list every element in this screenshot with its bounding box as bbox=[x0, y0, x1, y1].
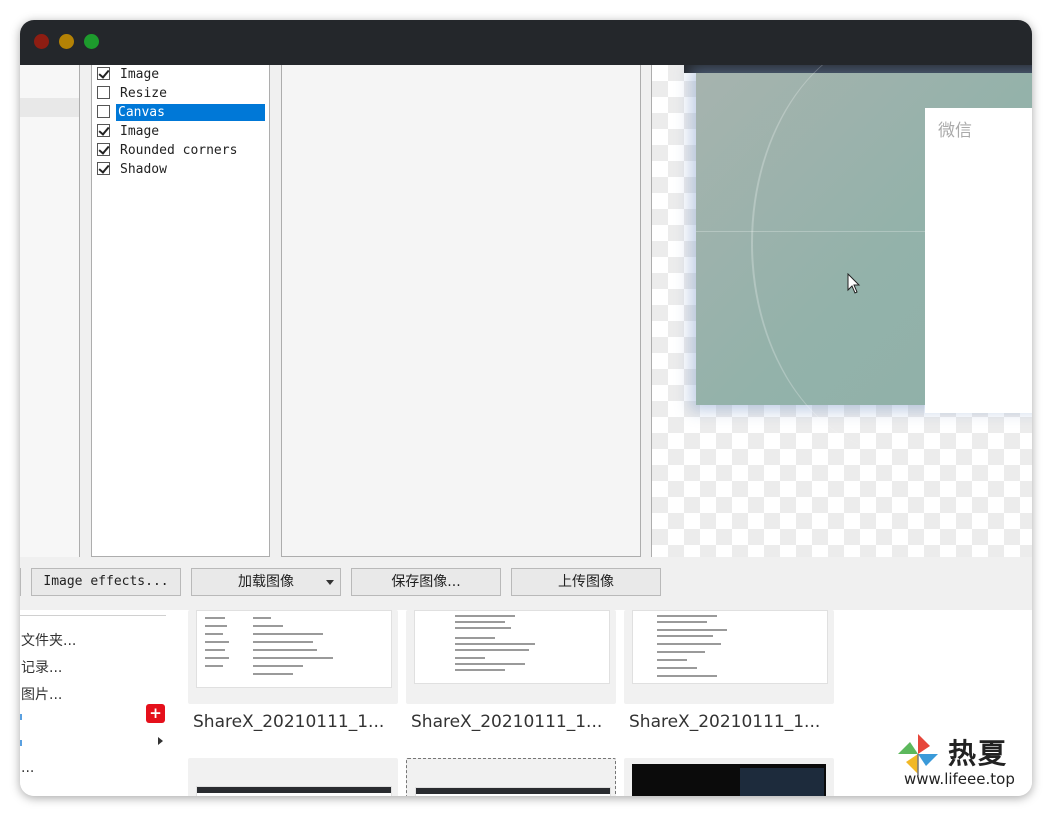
thumbnail-5-selected[interactable] bbox=[406, 758, 616, 796]
upload-image-button[interactable]: 上传图像 bbox=[511, 568, 661, 596]
effect-label: Canvas bbox=[116, 104, 265, 121]
load-image-button[interactable]: 加载图像 bbox=[191, 568, 341, 596]
watermark-title: 热夏 bbox=[948, 737, 1009, 770]
effect-item-image[interactable]: Image bbox=[96, 65, 269, 84]
chevron-right-icon[interactable] bbox=[158, 737, 163, 745]
thumbnail-image bbox=[196, 610, 392, 688]
watermark-url: www.lifeee.top bbox=[904, 770, 1015, 788]
thumbnail-6[interactable] bbox=[624, 758, 834, 796]
preview-image: 微信 bbox=[696, 65, 1032, 453]
plus-icon[interactable]: + bbox=[146, 704, 165, 723]
checkbox-unchecked[interactable] bbox=[97, 86, 110, 99]
effect-label: Shadow bbox=[120, 162, 167, 177]
thumbnail-1[interactable] bbox=[188, 610, 398, 704]
thumbnail-caption[interactable]: ShareX_20210111_1... bbox=[193, 712, 384, 732]
thumbnail-image bbox=[632, 764, 826, 796]
mouse-cursor-icon bbox=[847, 273, 861, 294]
bottom-toolbar: Image effects... 加载图像 保存图像... 上传图像 bbox=[20, 557, 1032, 610]
effect-label: Resize bbox=[120, 86, 167, 101]
effect-label: Image bbox=[120, 124, 160, 139]
effects-checklist[interactable]: Image Resize Canvas Image Rounded corner… bbox=[91, 65, 270, 557]
checkbox-checked[interactable] bbox=[97, 124, 110, 137]
close-button[interactable] bbox=[34, 34, 49, 49]
presets-list-selected-row[interactable] bbox=[20, 98, 79, 117]
watermark-logo: 热夏 www.lifeee.top bbox=[878, 710, 1028, 796]
checkbox-checked[interactable] bbox=[97, 67, 110, 80]
effect-item-rounded-corners[interactable]: Rounded corners bbox=[96, 141, 269, 160]
explorer-sidebar: 文件夹... 记录... 图片... + ... bbox=[20, 610, 180, 796]
thumbnail-3[interactable] bbox=[624, 610, 834, 704]
properties-panel[interactable] bbox=[281, 65, 641, 557]
zoom-button[interactable] bbox=[84, 34, 99, 49]
thumbnail-caption[interactable]: ShareX_20210111_1... bbox=[411, 712, 602, 732]
thumbnail-2[interactable] bbox=[406, 610, 616, 704]
sidebar-divider bbox=[20, 615, 166, 616]
thumbnail-image bbox=[632, 610, 828, 684]
image-effects-window: Image Resize Canvas Image Rounded corner… bbox=[20, 65, 1032, 610]
effect-label: Image bbox=[120, 67, 160, 82]
title-bar bbox=[20, 20, 1032, 65]
sidebar-item-more[interactable]: ... bbox=[21, 760, 34, 776]
sidebar-item-images[interactable]: 图片... bbox=[21, 684, 62, 704]
wechat-window: 微信 bbox=[925, 108, 1032, 413]
load-image-label: 加载图像 bbox=[238, 574, 294, 590]
sidebar-item-folder[interactable]: 文件夹... bbox=[21, 630, 76, 650]
checkbox-unchecked[interactable] bbox=[97, 105, 110, 118]
preview-panel: 微信 bbox=[651, 65, 1032, 558]
effect-item-canvas[interactable]: Canvas bbox=[96, 103, 269, 122]
wechat-title: 微信 bbox=[938, 121, 972, 141]
sidebar-marker bbox=[20, 740, 22, 746]
thumbnail-image bbox=[415, 787, 611, 796]
chevron-down-icon[interactable] bbox=[326, 580, 334, 585]
save-image-button[interactable]: 保存图像... bbox=[351, 568, 501, 596]
thumbnail-4[interactable] bbox=[188, 758, 398, 796]
effect-item-shadow[interactable]: Shadow bbox=[96, 160, 269, 179]
minimize-button[interactable] bbox=[59, 34, 74, 49]
presets-list[interactable] bbox=[20, 65, 80, 558]
thumbnail-image bbox=[414, 610, 610, 684]
checkbox-checked[interactable] bbox=[97, 162, 110, 175]
sidebar-item-history[interactable]: 记录... bbox=[21, 657, 62, 677]
image-effects-button[interactable]: Image effects... bbox=[31, 568, 181, 596]
effect-label: Rounded corners bbox=[120, 143, 238, 158]
toolbar-edge bbox=[20, 568, 21, 596]
thumbnail-image bbox=[196, 786, 392, 796]
window-frame: Image Resize Canvas Image Rounded corner… bbox=[20, 20, 1032, 796]
sidebar-marker bbox=[20, 714, 22, 720]
checkbox-checked[interactable] bbox=[97, 143, 110, 156]
effect-item-resize[interactable]: Resize bbox=[96, 84, 269, 103]
effect-item-image-2[interactable]: Image bbox=[96, 122, 269, 141]
thumbnail-caption[interactable]: ShareX_20210111_1... bbox=[629, 712, 820, 732]
